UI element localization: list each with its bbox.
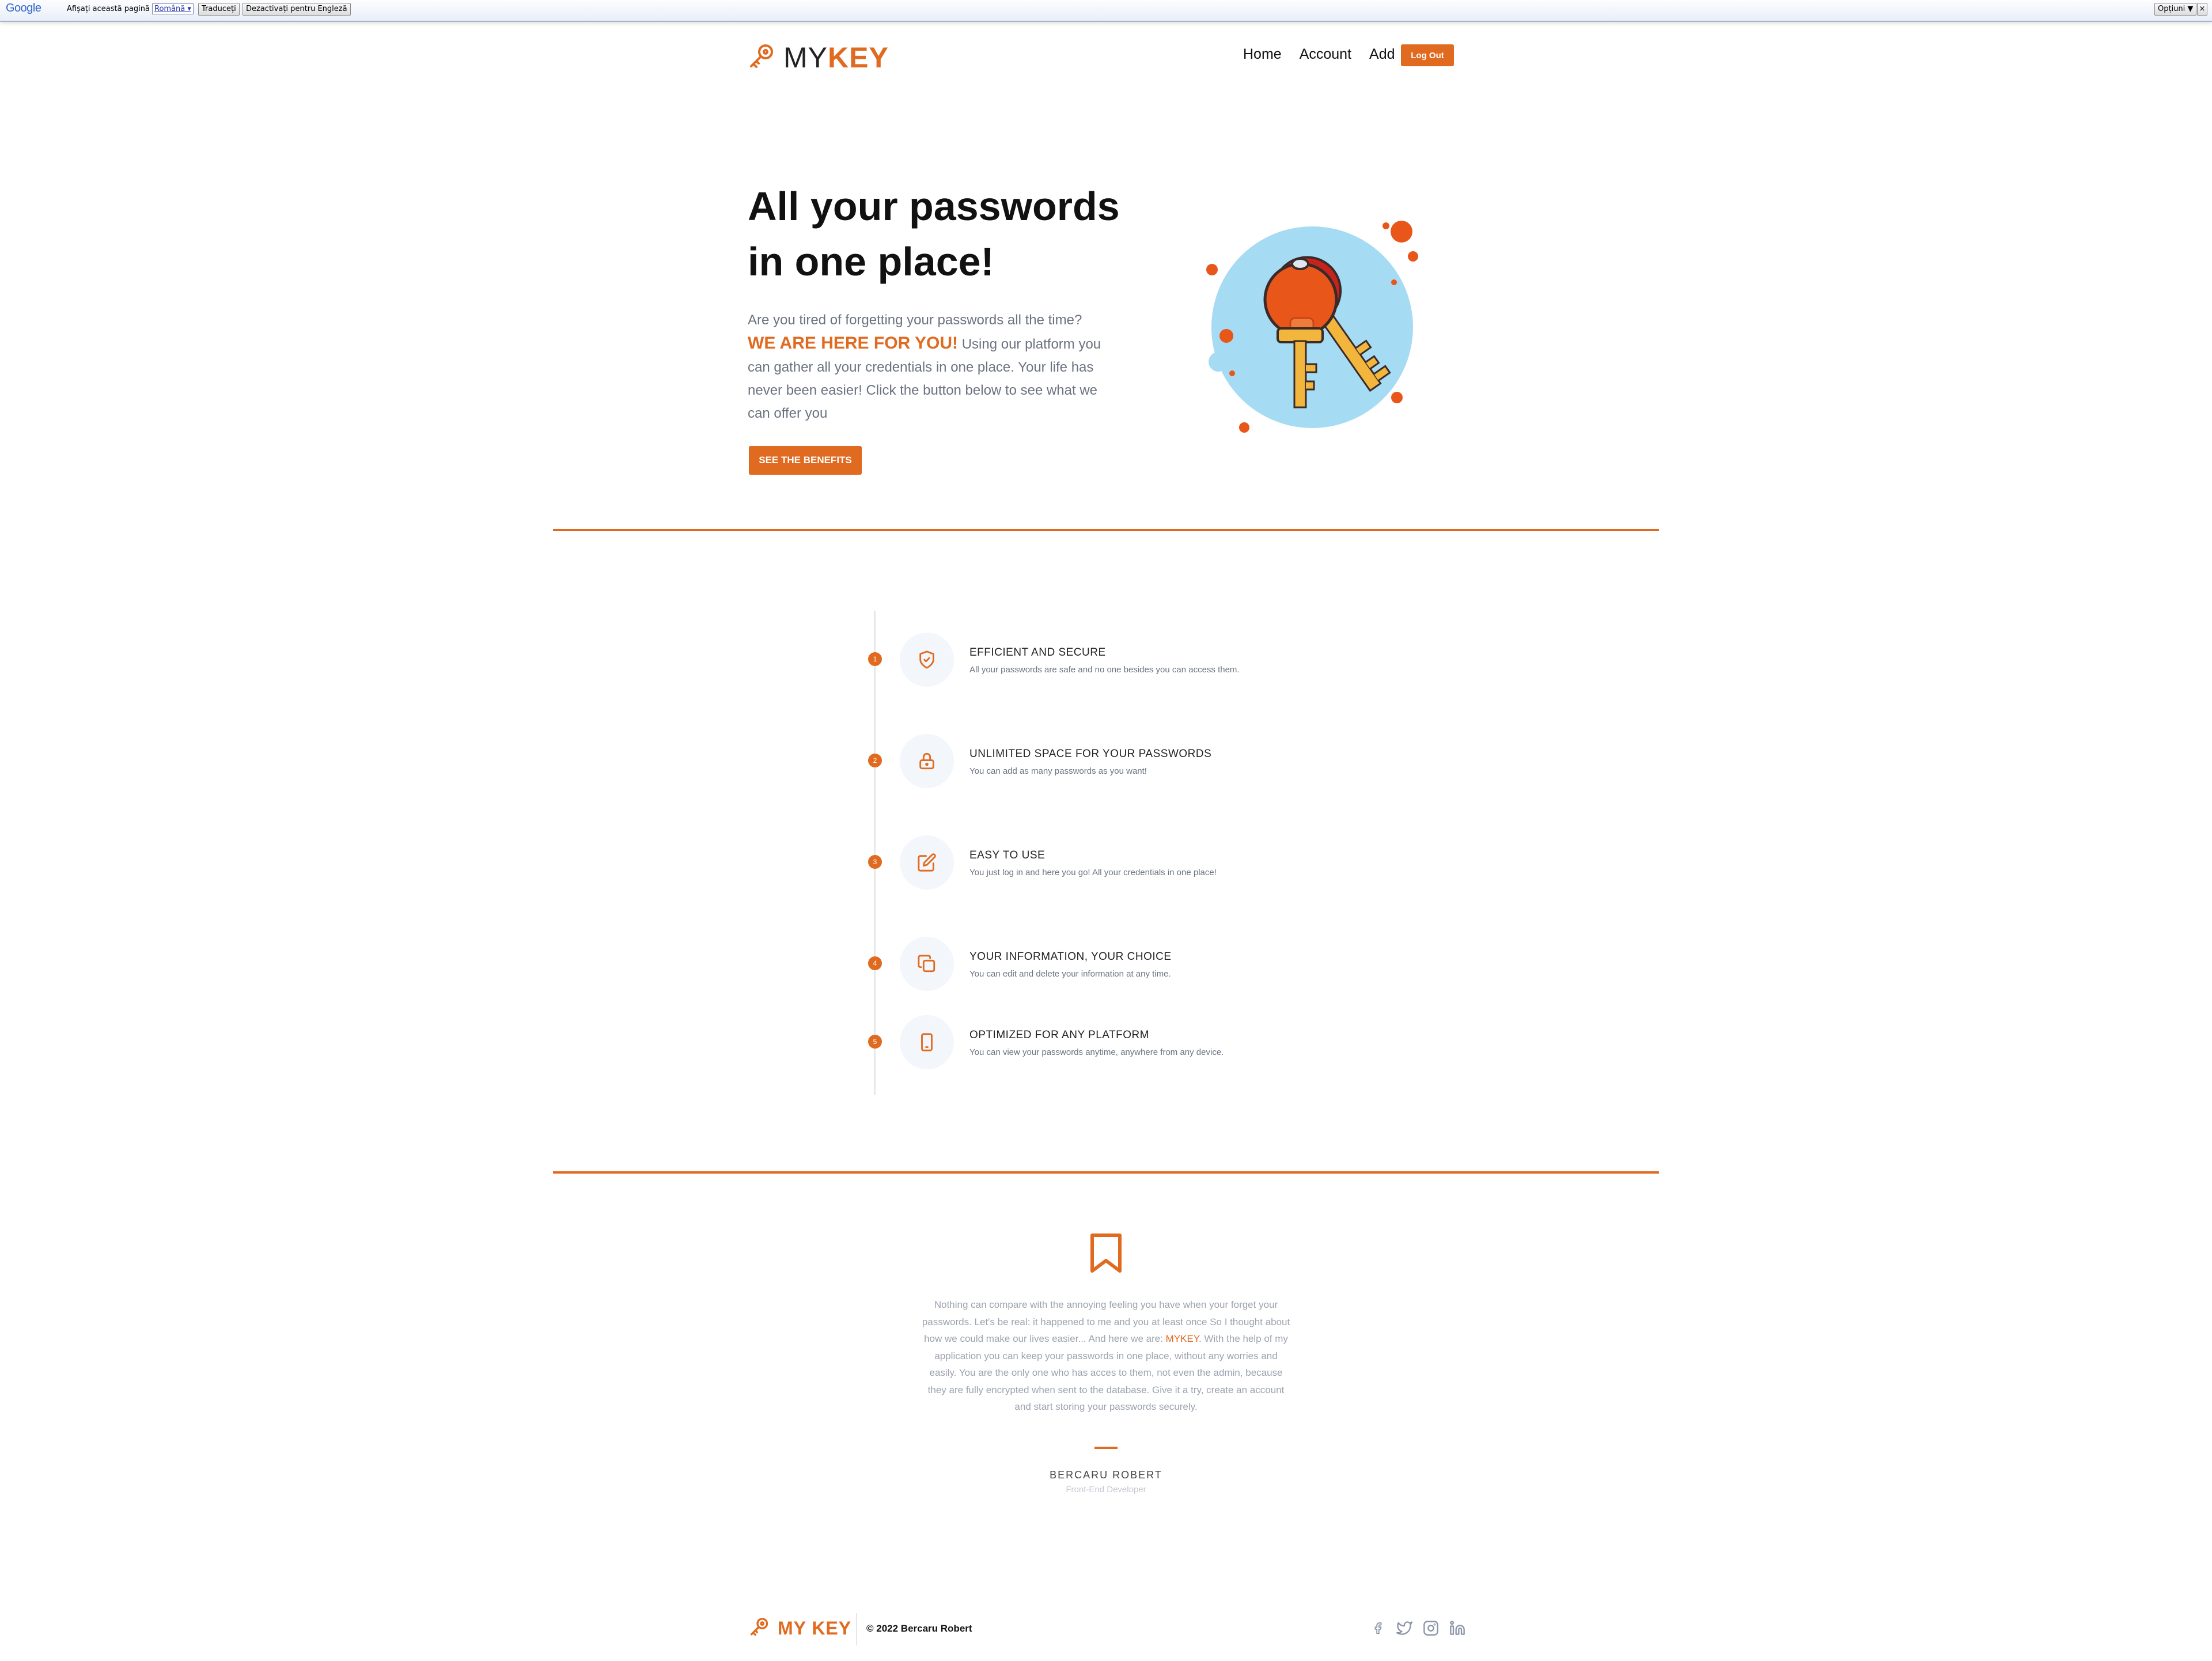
twitter-icon[interactable] [1396, 1619, 1412, 1637]
shield-check-icon [900, 633, 954, 687]
hero-title-line2: in one place! [748, 239, 994, 284]
feature-title: EASY TO USE [969, 849, 1046, 861]
facebook-icon[interactable] [1370, 1619, 1386, 1637]
feature-number: 4 [868, 956, 882, 970]
feature-number: 3 [868, 855, 882, 869]
nav-home[interactable]: Home [1243, 46, 1282, 63]
testimonial-text-after: . With the help of my application you ca… [927, 1333, 1288, 1412]
logout-button[interactable]: Log Out [1401, 44, 1454, 66]
hero-title: All your passwords in one place! [748, 179, 1120, 289]
feature-number: 2 [868, 754, 882, 767]
options-button[interactable]: Opțiuni ▼ [2154, 3, 2197, 16]
google-logo: Google [6, 2, 41, 14]
logo-prefix: MY [783, 41, 828, 74]
section-divider [553, 529, 1659, 531]
hero-description: Are you tired of forgetting your passwor… [748, 309, 1111, 425]
linkedin-icon[interactable] [1449, 1619, 1465, 1637]
translate-button[interactable]: Traduceți [198, 3, 240, 16]
feature-item: 5 OPTIMIZED FOR ANY PLATFORM You can vie… [864, 1015, 1613, 1073]
nav-account[interactable]: Account [1300, 46, 1351, 63]
see-benefits-button[interactable]: SEE THE BENEFITS [749, 446, 862, 475]
section-divider [553, 1171, 1659, 1174]
feature-item: 4 YOUR INFORMATION, YOUR CHOICE You can … [864, 937, 1613, 994]
feature-description: You can add as many passwords as you wan… [969, 766, 1147, 776]
instagram-icon[interactable] [1423, 1619, 1439, 1637]
hero-title-line1: All your passwords [748, 184, 1120, 229]
social-links [1370, 1619, 1465, 1637]
testimonial-author: BERCARU ROBERT [1050, 1469, 1162, 1481]
key-icon [748, 43, 775, 73]
testimonial-role: Front-End Developer [1066, 1485, 1146, 1494]
testimonial-text: Nothing can compare with the annoying fe… [922, 1296, 1290, 1416]
hero-highlight: WE ARE HERE FOR YOU! [748, 334, 959, 353]
logo-suffix: KEY [828, 41, 889, 74]
feature-number: 5 [868, 1035, 882, 1049]
lock-icon [900, 734, 954, 788]
hero-text-before: Are you tired of forgetting your passwor… [748, 312, 1082, 328]
copyright: © 2022 Bercaru Robert [866, 1623, 972, 1634]
quote-divider [1094, 1447, 1118, 1449]
testimonial-brand: MYKEY [1165, 1333, 1199, 1344]
main-nav: Home Account Add [1243, 46, 1413, 63]
feature-item: 1 EFFICIENT AND SECURE All your password… [864, 633, 1613, 690]
feature-title: YOUR INFORMATION, YOUR CHOICE [969, 951, 1172, 963]
footer-logo[interactable]: MY KEY [749, 1617, 851, 1640]
feature-title: UNLIMITED SPACE FOR YOUR PASSWORDS [969, 748, 1212, 760]
feature-description: You can edit and delete your information… [969, 969, 1171, 979]
keys-illustration [1198, 213, 1429, 444]
logo-text: MYKEY [783, 41, 889, 74]
feature-description: All your passwords are safe and no one b… [969, 665, 1240, 675]
feature-number: 1 [868, 652, 882, 666]
nav-add[interactable]: Add [1369, 46, 1395, 63]
close-translate-button[interactable]: × [2197, 3, 2207, 16]
translate-bar: Google Afișați această pagină în Română … [0, 0, 2212, 22]
language-select[interactable]: Română ▾ [152, 3, 194, 14]
feature-title: OPTIMIZED FOR ANY PLATFORM [969, 1029, 1150, 1041]
translate-prompt: Afișați această pagină în [67, 5, 159, 13]
footer-separator [856, 1613, 857, 1645]
disable-translate-button[interactable]: Dezactivați pentru Engleză [243, 3, 351, 16]
footer-logo-text: MY KEY [778, 1618, 852, 1639]
feature-description: You just log in and here you go! All you… [969, 868, 1217, 877]
feature-title: EFFICIENT AND SECURE [969, 646, 1106, 659]
copy-icon [900, 937, 954, 991]
feature-item: 2 UNLIMITED SPACE FOR YOUR PASSWORDS You… [864, 734, 1613, 792]
key-icon [749, 1617, 770, 1640]
feature-item: 3 EASY TO USE You just log in and here y… [864, 835, 1613, 893]
site-logo[interactable]: MYKEY [748, 40, 889, 75]
bookmark-icon [1089, 1233, 1123, 1273]
feature-description: You can view your passwords anytime, any… [969, 1047, 1224, 1057]
mobile-icon [900, 1015, 954, 1069]
edit-icon [900, 835, 954, 890]
